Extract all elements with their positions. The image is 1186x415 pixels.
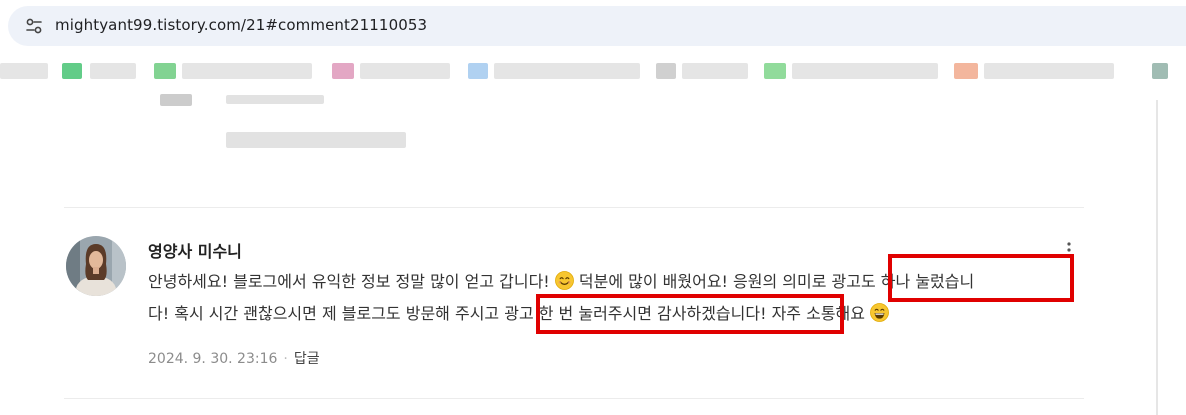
blurred-text: [226, 132, 406, 148]
bookmark-icon[interactable]: [1152, 63, 1168, 79]
tune-icon[interactable]: [25, 17, 43, 35]
highlight-box-ad-clicked: [888, 254, 1074, 302]
highlight-box-ad-request: [536, 294, 844, 334]
bookmark-item[interactable]: [682, 63, 748, 79]
bookmark-icon[interactable]: [656, 63, 676, 79]
reply-link[interactable]: 답글: [294, 351, 320, 367]
blurred-text: [226, 95, 324, 104]
scrollbar[interactable]: [1156, 100, 1158, 415]
bookmark-item[interactable]: [494, 63, 640, 79]
address-bar[interactable]: mightyant99.tistory.com/21#comment211100…: [8, 6, 1186, 46]
user-avatar[interactable]: [66, 236, 126, 296]
bookmark-icon[interactable]: [954, 63, 978, 79]
meta-separator: ·: [283, 351, 288, 367]
avatar-image: [66, 236, 126, 296]
bookmark-item[interactable]: [0, 63, 48, 79]
smiling-face-emoji: [554, 271, 574, 290]
bookmark-icon[interactable]: [468, 63, 488, 79]
bookmark-item[interactable]: [90, 63, 136, 79]
blurred-avatar: [160, 94, 192, 106]
comment-meta: 2024. 9. 30. 23:16 · 답글: [148, 348, 320, 368]
bookmark-item[interactable]: [360, 63, 450, 79]
bookmark-icon[interactable]: [332, 63, 354, 79]
grinning-face-emoji: [870, 303, 889, 322]
bookmark-icon[interactable]: [62, 63, 82, 79]
bookmark-icon[interactable]: [154, 63, 176, 79]
comment-author[interactable]: 영양사 미수니: [148, 238, 242, 262]
comment-date: 2024. 9. 30. 23:16: [148, 351, 278, 367]
comment-text-line-1: 안녕하세요! 블로그에서 유익한 정보 정말 많이 얻고 갑니다! 덕분에 많이…: [148, 268, 974, 292]
bookmark-item[interactable]: [984, 63, 1114, 79]
bookmark-item[interactable]: [182, 63, 312, 79]
comment-divider: [64, 207, 1084, 208]
bookmarks-bar: [0, 58, 1186, 84]
bookmark-icon[interactable]: [764, 63, 786, 79]
comment-divider: [64, 398, 1084, 399]
bookmark-item[interactable]: [792, 63, 938, 79]
url-text[interactable]: mightyant99.tistory.com/21#comment211100…: [55, 16, 427, 34]
comment-text: 안녕하세요! 블로그에서 유익한 정보 정말 많이 얻고 갑니다!: [148, 272, 550, 291]
